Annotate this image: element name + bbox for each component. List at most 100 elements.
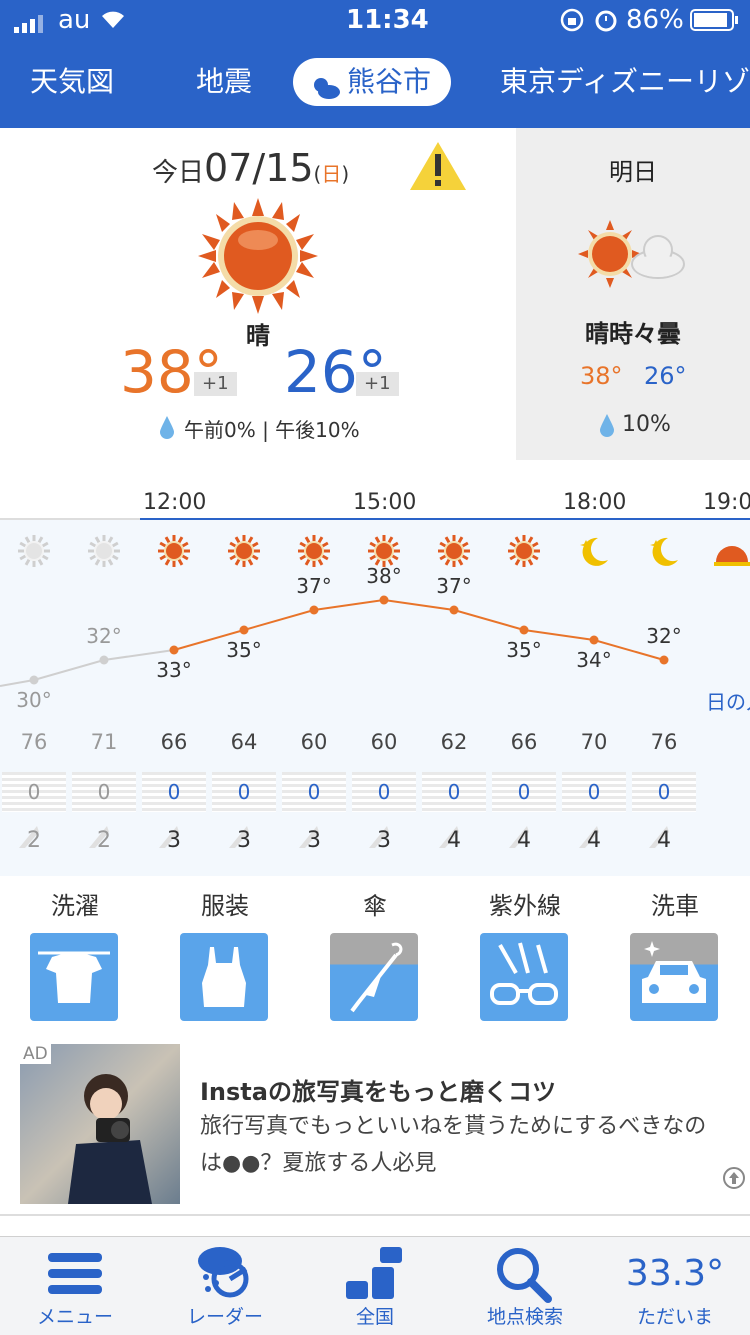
ad-photo: [20, 1044, 180, 1204]
hourly-rain-box: 0: [72, 772, 136, 812]
tab-weather-map[interactable]: 天気図: [30, 58, 114, 106]
raindrop-icon: [598, 412, 616, 442]
hourly-wind: 4: [587, 828, 601, 853]
hourly-rain-box: 0: [632, 772, 696, 812]
hour-label: 18:00: [563, 490, 627, 515]
national-button[interactable]: 全国: [300, 1237, 450, 1335]
menu-button[interactable]: メニュー: [0, 1237, 150, 1335]
ad-body: 旅行写真でもっといいねを貰うためにするべきなのは●●？夏旅する人必見: [200, 1114, 707, 1176]
wifi-icon: [98, 6, 128, 37]
hourly-humidity: 62: [440, 730, 468, 754]
ad-info-icon[interactable]: [722, 1166, 746, 1194]
hourly-temp: 35°: [506, 638, 542, 662]
tab-tokyo-disney[interactable]: 東京ディズニーリゾ: [500, 58, 750, 106]
hourly-rain-box: 0: [2, 772, 66, 812]
today-label: 今日: [152, 158, 205, 188]
today-rain-chance: 午前0% | 午後10%: [184, 418, 360, 442]
hourly-wind-cell: 3: [279, 826, 349, 853]
hourly-temp: 34°: [576, 648, 612, 672]
sun-icon: [139, 534, 209, 572]
moon-icon: [629, 534, 699, 572]
bottom-navigation: メニュー レーダー 全国 地点検索 33.3° ただいま: [0, 1236, 750, 1335]
hourly-timeline[interactable]: 12:00 15:00 18:00 19:0 30° 32° 33° 35° 37° 38…: [0, 460, 750, 876]
today-low-diff: +1: [356, 372, 399, 396]
tab-label: 熊谷市: [347, 65, 432, 98]
partly-cloudy-icon: [311, 68, 341, 116]
hourly-rain-box: 0: [212, 772, 276, 812]
hourly-rain-box: 0: [422, 772, 486, 812]
ad-divider: [0, 1214, 750, 1216]
sunset-icon: [714, 538, 750, 572]
hourly-humidity: 66: [160, 730, 188, 754]
hourly-wind-cell: 3: [209, 826, 279, 853]
current-temp-button[interactable]: 33.3° ただいま: [600, 1237, 750, 1335]
sun-icon: [209, 534, 279, 572]
hourly-wind-cell: 3: [349, 826, 419, 853]
hourly-wind: 3: [167, 828, 181, 853]
life-index-car-wash[interactable]: 洗車: [630, 886, 720, 1021]
status-bar: au 11:34 86%: [0, 0, 750, 40]
hourly-temp: 37°: [436, 574, 472, 598]
hourly-rain: 0: [27, 780, 41, 804]
life-index-uv[interactable]: 紫外線: [480, 886, 570, 1021]
hourly-rain: 0: [587, 780, 601, 804]
temp-point: [169, 645, 179, 655]
hourly-rain-box: 0: [492, 772, 556, 812]
hour-label: 12:00: [143, 490, 207, 515]
national-icon: [346, 1247, 402, 1299]
uv-icon: [480, 933, 568, 1021]
hourly-wind: 3: [237, 828, 251, 853]
current-temp-value: 33.3°: [625, 1253, 725, 1294]
life-index-umbrella[interactable]: 傘: [330, 886, 420, 1021]
tab-earthquake[interactable]: 地震: [196, 58, 252, 106]
tomorrow-high: 38°: [580, 362, 623, 390]
warning-icon[interactable]: [408, 140, 468, 196]
carrier-name: au: [58, 5, 91, 35]
ad-banner[interactable]: AD Instaの旅写真をもっと磨くコツ 旅行写真でもっといいねを貰うためにする…: [0, 1030, 750, 1216]
hourly-wind-cell: 4: [629, 826, 699, 853]
tomorrow-rain-chance: 10%: [622, 412, 671, 437]
life-label: 傘: [363, 892, 387, 920]
tomorrow-forecast-panel[interactable]: 明日 晴時々曇 38° 26° 10%: [516, 128, 750, 460]
location-search-label: 地点検索: [486, 1306, 563, 1328]
today-date: 07/15: [204, 146, 314, 190]
life-index-clothing[interactable]: 服装: [180, 886, 270, 1021]
today-forecast-panel[interactable]: 今日07/15(日) 晴 38° +1 26° +1 午前0% | 午後10%: [0, 128, 516, 460]
hourly-rain: 0: [307, 780, 321, 804]
rotation-lock-icon: [560, 8, 584, 39]
hourly-temp: 32°: [646, 624, 682, 648]
sun-icon: [69, 534, 139, 572]
ad-badge: AD: [20, 1044, 51, 1064]
hourly-humidity: 60: [300, 730, 328, 754]
battery-icon: [690, 9, 740, 40]
hourly-rain: 0: [167, 780, 181, 804]
temp-point: [659, 655, 669, 665]
national-label: 全国: [355, 1306, 394, 1328]
hourly-wind: 4: [657, 828, 671, 853]
sun-icon: [279, 534, 349, 572]
location-search-button[interactable]: 地点検索: [450, 1237, 600, 1335]
temp-point: [589, 635, 599, 645]
hourly-rain-box: 0: [562, 772, 626, 812]
life-index-laundry[interactable]: 洗濯: [30, 886, 120, 1021]
hourly-humidity: 70: [580, 730, 608, 754]
today-date-heading: 今日07/15(日): [152, 146, 350, 190]
temp-point: [239, 625, 249, 635]
sunny-icon: [198, 198, 318, 318]
tab-kumagaya[interactable]: 熊谷市: [293, 58, 452, 106]
hourly-rain-box: 0: [142, 772, 206, 812]
temp-point: [309, 605, 319, 615]
tomorrow-label: 明日: [609, 158, 657, 186]
hourly-wind: 4: [517, 828, 531, 853]
radar-button[interactable]: レーダー: [150, 1237, 300, 1335]
hourly-rain: 0: [377, 780, 391, 804]
sunset-label: 日の入: [706, 690, 750, 714]
hourly-wind: 4: [447, 828, 461, 853]
radar-label: レーダー: [186, 1306, 263, 1328]
temp-point: [449, 605, 459, 615]
car-wash-icon: [630, 933, 718, 1021]
today-high-diff: +1: [194, 372, 237, 396]
clock: 11:34: [346, 5, 429, 35]
hourly-humidity: 60: [370, 730, 398, 754]
hourly-temp: 33°: [156, 658, 192, 682]
